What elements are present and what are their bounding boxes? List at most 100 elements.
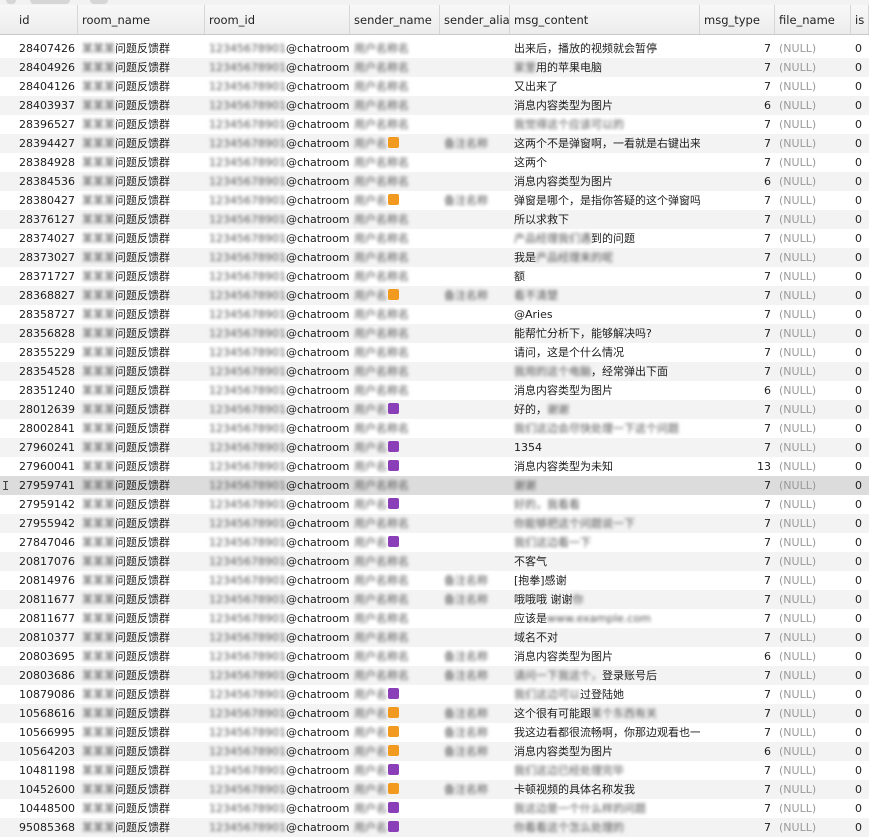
- cell-sender-name[interactable]: 用户名称名: [350, 305, 440, 324]
- cell-sender-alias[interactable]: [440, 476, 510, 495]
- cell-id[interactable]: 28373027: [15, 248, 78, 267]
- cell-room-id[interactable]: 12345678901@chatroom: [205, 362, 350, 381]
- cell-msg-type[interactable]: 6: [700, 96, 775, 115]
- cell-room-id[interactable]: 12345678901@chatroom: [205, 723, 350, 742]
- cell-msg-type[interactable]: 7: [700, 495, 775, 514]
- cell-sender-alias[interactable]: [440, 818, 510, 837]
- cell-sender-name[interactable]: 用户名: [350, 742, 440, 761]
- cell-room-name[interactable]: 某某某问题反馈群: [78, 590, 205, 609]
- cell-sender-alias[interactable]: [440, 533, 510, 552]
- cell-is[interactable]: 0: [851, 552, 869, 571]
- cell-room-id[interactable]: 12345678901@chatroom: [205, 419, 350, 438]
- cell-sender-name[interactable]: 用户名称名: [350, 210, 440, 229]
- cell-msg-content[interactable]: 请问一下我这个，登录账号后: [510, 666, 700, 685]
- cell-id[interactable]: 28396527: [15, 115, 78, 134]
- cell-sender-name[interactable]: 用户名称名: [350, 77, 440, 96]
- cell-sender-alias[interactable]: [440, 39, 510, 58]
- cell-msg-type[interactable]: 7: [700, 134, 775, 153]
- cell-room-name[interactable]: 某某某问题反馈群: [78, 172, 205, 191]
- table-row[interactable]: 10481198 某某某问题反馈群 12345678901@chatroom 用户名我…: [0, 761, 869, 780]
- cell-msg-content[interactable]: 我用的这个电脑，经常弹出下面: [510, 362, 700, 381]
- table-row[interactable]: 28380427 某某某问题反馈群 12345678901@chatroom 用户名备…: [0, 191, 869, 210]
- cell-sender-alias[interactable]: 备注名称: [440, 647, 510, 666]
- cell-msg-type[interactable]: 7: [700, 780, 775, 799]
- cell-id[interactable]: 27955942: [15, 514, 78, 533]
- cell-msg-content[interactable]: 哦哦哦 谢谢你: [510, 590, 700, 609]
- cell-room-name[interactable]: 某某某问题反馈群: [78, 58, 205, 77]
- cell-sender-name[interactable]: 用户名称名: [350, 343, 440, 362]
- cell-room-id[interactable]: 12345678901@chatroom: [205, 134, 350, 153]
- cell-room-name[interactable]: 某某某问题反馈群: [78, 514, 205, 533]
- cell-room-id[interactable]: 12345678901@chatroom: [205, 590, 350, 609]
- cell-is[interactable]: 0: [851, 267, 869, 286]
- cell-sender-name[interactable]: 用户名: [350, 457, 440, 476]
- cell-msg-content[interactable]: 又出来了: [510, 77, 700, 96]
- cell-sender-alias[interactable]: 备注名称: [440, 723, 510, 742]
- column-header-msg-content[interactable]: msg_content: [510, 5, 700, 34]
- cell-room-id[interactable]: 12345678901@chatroom: [205, 96, 350, 115]
- cell-id[interactable]: 10448500: [15, 799, 78, 818]
- cell-msg-content[interactable]: 我是产品经理来的呢: [510, 248, 700, 267]
- cell-is[interactable]: 0: [851, 400, 869, 419]
- cell-id[interactable]: 10452600: [15, 780, 78, 799]
- cell-room-id[interactable]: 12345678901@chatroom: [205, 685, 350, 704]
- cell-room-name[interactable]: 某某某问题反馈群: [78, 39, 205, 58]
- table-row[interactable]: 27847046 某某某问题反馈群 12345678901@chatroom 用户名我…: [0, 533, 869, 552]
- cell-sender-name[interactable]: 用户名: [350, 761, 440, 780]
- cell-sender-alias[interactable]: [440, 628, 510, 647]
- cell-sender-name[interactable]: 用户名: [350, 286, 440, 305]
- cell-file-name[interactable]: (NULL): [775, 457, 851, 476]
- cell-room-id[interactable]: 12345678901@chatroom: [205, 780, 350, 799]
- cell-msg-type[interactable]: 6: [700, 647, 775, 666]
- cell-room-id[interactable]: 12345678901@chatroom: [205, 115, 350, 134]
- cell-id[interactable]: 28403937: [15, 96, 78, 115]
- cell-is[interactable]: 0: [851, 96, 869, 115]
- cell-msg-content[interactable]: 我们这边可以过登陆她: [510, 685, 700, 704]
- table-row[interactable]: 28002841 某某某问题反馈群 12345678901@chatroom 用户名称…: [0, 419, 869, 438]
- cell-is[interactable]: 0: [851, 210, 869, 229]
- column-header-sender-name[interactable]: sender_name: [350, 5, 440, 34]
- table-row[interactable]: 10879086 某某某问题反馈群 12345678901@chatroom 用户名我…: [0, 685, 869, 704]
- table-row[interactable]: 28012639 某某某问题反馈群 12345678901@chatroom 用户名好…: [0, 400, 869, 419]
- cell-room-name[interactable]: 某某某问题反馈群: [78, 818, 205, 837]
- column-header-file-name[interactable]: file_name: [775, 5, 851, 34]
- cell-sender-alias[interactable]: 备注名称: [440, 742, 510, 761]
- table-row[interactable]: 28373027 某某某问题反馈群 12345678901@chatroom 用户名称…: [0, 248, 869, 267]
- cell-sender-alias[interactable]: [440, 305, 510, 324]
- cell-id[interactable]: 95085368: [15, 818, 78, 837]
- cell-room-name[interactable]: 某某某问题反馈群: [78, 609, 205, 628]
- cell-room-id[interactable]: 12345678901@chatroom: [205, 609, 350, 628]
- table-row[interactable]: 27955942 某某某问题反馈群 12345678901@chatroom 用户名称…: [0, 514, 869, 533]
- cell-is[interactable]: 0: [851, 780, 869, 799]
- cell-msg-content[interactable]: 产品经理我们遇到的问题: [510, 229, 700, 248]
- cell-msg-content[interactable]: 能帮忙分析下，能够解决吗?: [510, 324, 700, 343]
- cell-msg-type[interactable]: 7: [700, 58, 775, 77]
- cell-room-name[interactable]: 某某某问题反馈群: [78, 96, 205, 115]
- cell-msg-content[interactable]: 我们这边已经处理完毕: [510, 761, 700, 780]
- cell-file-name[interactable]: (NULL): [775, 381, 851, 400]
- cell-room-id[interactable]: 12345678901@chatroom: [205, 571, 350, 590]
- cell-sender-alias[interactable]: [440, 400, 510, 419]
- table-row[interactable]: 27959142 某某某问题反馈群 12345678901@chatroom 用户名好…: [0, 495, 869, 514]
- cell-id[interactable]: 28404926: [15, 58, 78, 77]
- table-row[interactable]: 28351240 某某某问题反馈群 12345678901@chatroom 用户名称…: [0, 381, 869, 400]
- cell-msg-content[interactable]: 谢谢: [510, 476, 700, 495]
- cell-sender-alias[interactable]: [440, 495, 510, 514]
- cell-id[interactable]: 20811677: [15, 609, 78, 628]
- cell-sender-alias[interactable]: 备注名称: [440, 590, 510, 609]
- cell-is[interactable]: 0: [851, 723, 869, 742]
- cell-is[interactable]: 0: [851, 324, 869, 343]
- cell-msg-content[interactable]: 家里用的苹果电脑: [510, 58, 700, 77]
- table-row[interactable]: 20811677 某某某问题反馈群 12345678901@chatroom 用户名称…: [0, 609, 869, 628]
- cell-id[interactable]: 20817076: [15, 552, 78, 571]
- cell-room-name[interactable]: 某某某问题反馈群: [78, 666, 205, 685]
- cell-file-name[interactable]: (NULL): [775, 115, 851, 134]
- cell-room-name[interactable]: 某某某问题反馈群: [78, 191, 205, 210]
- cell-msg-content[interactable]: 消息内容类型为图片: [510, 381, 700, 400]
- table-row[interactable]: 20811677 某某某问题反馈群 12345678901@chatroom 用户名称…: [0, 590, 869, 609]
- table-row[interactable]: 20803686 某某某问题反馈群 12345678901@chatroom 用户名称…: [0, 666, 869, 685]
- cell-msg-content[interactable]: @Aries: [510, 305, 700, 324]
- cell-room-id[interactable]: 12345678901@chatroom: [205, 229, 350, 248]
- table-row[interactable]: 28394427 某某某问题反馈群 12345678901@chatroom 用户名备…: [0, 134, 869, 153]
- cell-is[interactable]: 0: [851, 248, 869, 267]
